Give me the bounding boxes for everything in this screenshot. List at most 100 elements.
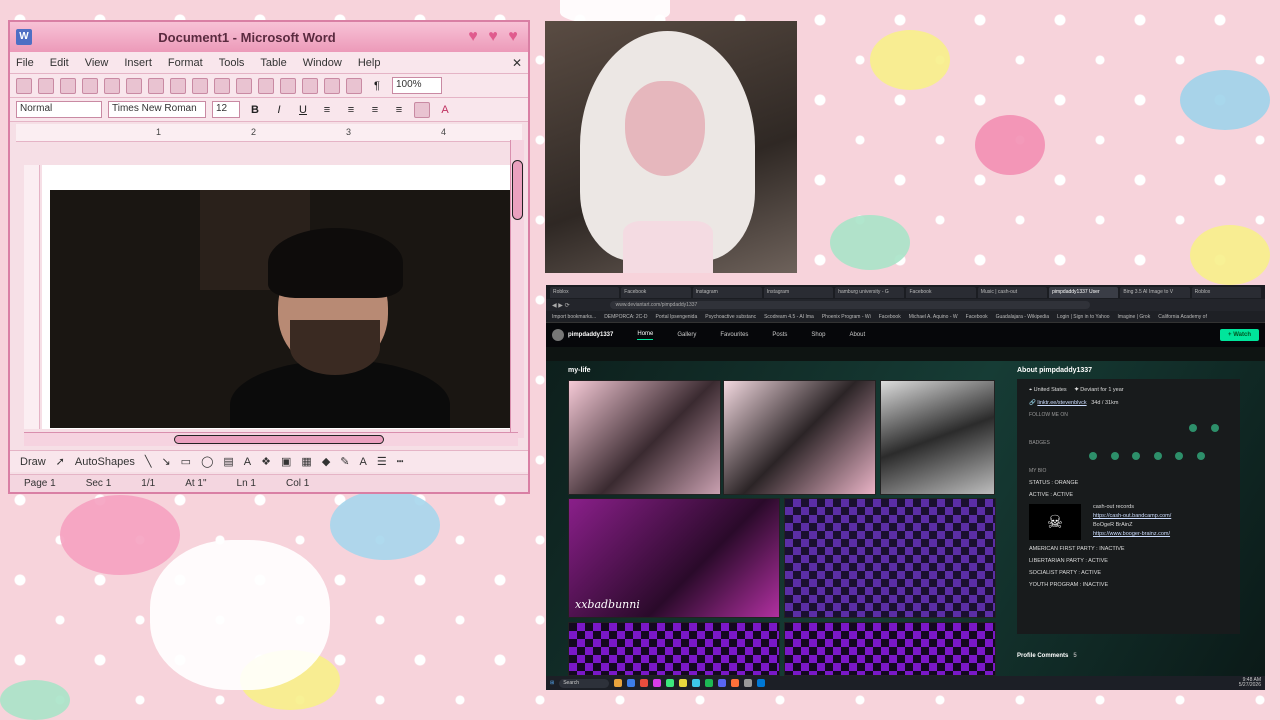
menu-table[interactable]: Table — [260, 57, 286, 69]
rectangle-icon[interactable]: ▭ — [181, 455, 191, 468]
paste-icon[interactable] — [236, 77, 252, 94]
menu-window[interactable]: Window — [303, 57, 342, 69]
badge-icon[interactable] — [1153, 452, 1162, 460]
tab-facebook[interactable]: Facebook — [621, 286, 691, 298]
nav-favourites[interactable]: Favourites — [720, 332, 748, 338]
taskbar-app-icon[interactable] — [731, 679, 740, 687]
picture-icon[interactable]: ▦ — [301, 455, 311, 468]
tab-roblox-2[interactable]: Roblox — [1191, 286, 1261, 298]
menu-insert[interactable]: Insert — [124, 57, 152, 69]
line-color-icon[interactable]: ✎ — [340, 455, 349, 468]
address-bar[interactable]: www.deviantart.com/pimpdaddy1337 — [609, 301, 1090, 309]
new-document-icon[interactable] — [16, 77, 32, 94]
print-preview-icon[interactable] — [126, 77, 142, 94]
gallery-thumb[interactable] — [723, 380, 876, 495]
menu-help[interactable]: Help — [358, 57, 381, 69]
align-center-icon[interactable]: ≡ — [342, 101, 360, 119]
bookmark-item[interactable]: Psychoactive substanc — [705, 314, 756, 320]
open-icon[interactable] — [38, 77, 54, 94]
bookmark-item[interactable]: Phoenix Program - Wi — [822, 314, 871, 320]
justify-icon[interactable]: ≡ — [390, 101, 408, 119]
taskbar-app-icon[interactable] — [679, 679, 688, 687]
gallery-thumb[interactable] — [784, 622, 996, 676]
nav-gallery[interactable]: Gallery — [677, 332, 696, 338]
permission-icon[interactable] — [82, 77, 98, 94]
draw-menu[interactable]: Draw — [20, 456, 46, 468]
nav-shop[interactable]: Shop — [811, 332, 825, 338]
oval-icon[interactable]: ◯ — [201, 455, 213, 468]
tab-facebook-2[interactable]: Facebook — [906, 286, 976, 298]
tab-bing-image[interactable]: Bing 3.5 AI Image to V — [1120, 286, 1190, 298]
minimize-heart-icon[interactable]: ♥ — [464, 28, 482, 46]
taskbar-app-icon[interactable] — [614, 679, 623, 687]
avatar[interactable] — [552, 329, 564, 341]
gallery-thumb[interactable] — [880, 380, 995, 495]
autoshapes-menu[interactable]: AutoShapes — [75, 456, 135, 468]
taskbar-clock[interactable]: 9:48 AM 5/27/2026 — [1239, 678, 1261, 688]
redo-icon[interactable] — [302, 77, 318, 94]
taskbar-app-icon[interactable] — [627, 679, 636, 687]
bookmark-item[interactable]: Imagine | Grok — [1118, 314, 1151, 320]
spelling-icon[interactable] — [148, 77, 164, 94]
bookmark-item[interactable]: Scodream 4.5 - AI Ima — [764, 314, 814, 320]
align-left-icon[interactable]: ≡ — [318, 101, 336, 119]
tab-deviantart-profile[interactable]: pimpdaddy1337 User — [1049, 286, 1119, 298]
tab-hamburg-search[interactable]: hamburg university - G — [835, 286, 905, 298]
bio-bandcamp-link[interactable]: https://cash-out.bandcamp.com/ — [1093, 513, 1171, 519]
bold-button[interactable]: B — [246, 101, 264, 119]
taskbar-app-icon[interactable] — [705, 679, 714, 687]
bio-band-link[interactable]: https://www.booger-brainz.com/ — [1093, 531, 1171, 537]
maximize-heart-icon[interactable]: ♥ — [484, 28, 502, 46]
about-linktree[interactable]: linktr.ee/stevenblvck — [1037, 400, 1086, 406]
gallery-thumb[interactable] — [784, 498, 996, 618]
bookmark-item[interactable]: Facebook — [879, 314, 901, 320]
taskbar-search[interactable]: Search — [559, 678, 610, 688]
skull-image[interactable]: ☠ — [1029, 504, 1081, 540]
highlight-icon[interactable] — [414, 101, 430, 118]
tab-instagram[interactable]: Instagram — [692, 286, 762, 298]
social-tumblr-icon[interactable] — [1189, 424, 1197, 432]
social-twitch-icon[interactable] — [1210, 424, 1219, 432]
tab-music[interactable]: Music | cash-out — [977, 286, 1048, 298]
print-icon[interactable] — [104, 77, 120, 94]
nav-posts[interactable]: Posts — [772, 332, 787, 338]
bookmark-item[interactable]: Michael A. Aquino - W — [909, 314, 958, 320]
draw-font-color-icon[interactable]: A — [360, 456, 367, 468]
taskbar-app-icon[interactable] — [640, 679, 649, 687]
copy-icon[interactable] — [214, 77, 230, 94]
badge-icon[interactable] — [1175, 452, 1184, 460]
arrow-icon[interactable]: ↘ — [161, 455, 170, 468]
zoom-select[interactable]: 100% — [392, 77, 442, 94]
horizontal-ruler[interactable]: 1 2 3 4 — [16, 124, 522, 142]
clipart-icon[interactable]: ▣ — [281, 455, 291, 468]
gallery-thumb[interactable] — [568, 380, 721, 495]
word-titlebar[interactable]: W Document1 - Microsoft Word ♥ ♥ ♥ — [10, 22, 528, 52]
style-select[interactable]: Normal — [16, 101, 102, 118]
close-document-icon[interactable]: ✕ — [512, 56, 522, 70]
taskbar-app-icon[interactable] — [653, 679, 662, 687]
badge-icon[interactable] — [1196, 452, 1205, 460]
vertical-scroll-thumb[interactable] — [512, 160, 523, 220]
dash-style-icon[interactable]: ┅ — [397, 455, 404, 468]
menu-edit[interactable]: Edit — [50, 57, 69, 69]
nav-about[interactable]: About — [849, 332, 865, 338]
line-icon[interactable]: ╲ — [145, 455, 152, 468]
wordart-icon[interactable]: A — [244, 456, 251, 468]
vertical-scrollbar[interactable] — [510, 140, 524, 438]
badge-icon[interactable] — [1132, 452, 1141, 460]
badge-icon[interactable] — [1110, 452, 1119, 460]
align-right-icon[interactable]: ≡ — [366, 101, 384, 119]
profile-user[interactable]: pimpdaddy1337 — [552, 329, 613, 341]
start-icon[interactable]: ⊞ — [550, 680, 554, 686]
line-style-icon[interactable]: ☰ — [377, 455, 387, 468]
format-painter-icon[interactable] — [258, 77, 274, 94]
taskbar-app-icon[interactable] — [692, 679, 701, 687]
font-size-select[interactable]: 12 — [212, 101, 240, 118]
bookmark-item[interactable]: DEMPORCA: 2C-D — [604, 314, 647, 320]
bookmark-item[interactable]: Facebook — [966, 314, 988, 320]
horizontal-scroll-thumb[interactable] — [174, 435, 384, 444]
bookmark-item[interactable]: Portal Ipsengenida — [656, 314, 698, 320]
vertical-ruler[interactable] — [24, 165, 40, 429]
diagram-icon[interactable]: ❖ — [261, 455, 271, 468]
bookmark-item[interactable]: Guadalajara - Wikipedia — [996, 314, 1049, 320]
